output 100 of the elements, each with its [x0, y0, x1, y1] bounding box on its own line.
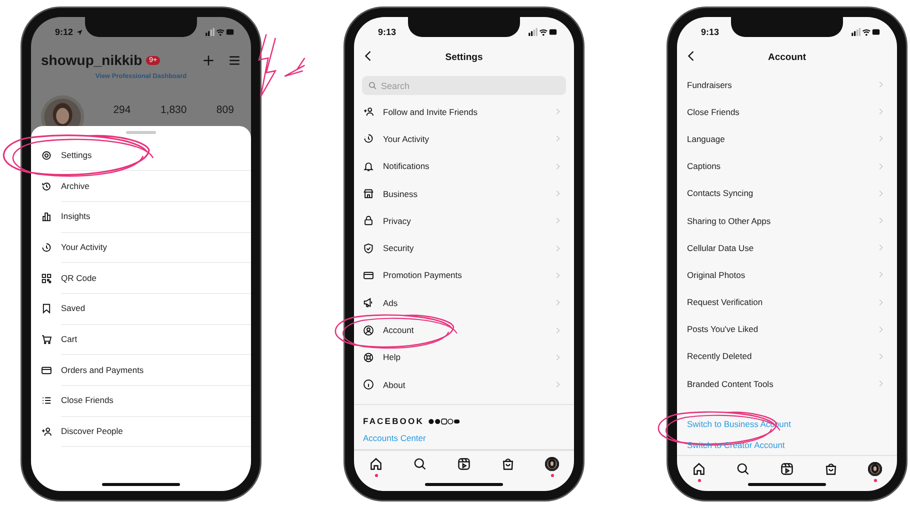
- chevron-icon: [879, 135, 883, 142]
- chevron-icon: [879, 271, 883, 278]
- status-time: 9:13: [701, 27, 720, 37]
- menu-item[interactable]: Settings: [31, 140, 251, 171]
- option-row[interactable]: Original Photos: [677, 261, 897, 288]
- menu-item[interactable]: Insights: [31, 201, 251, 232]
- chevron-icon: [879, 108, 883, 116]
- status-time: 9:13: [378, 27, 396, 37]
- chevron-icon: [556, 381, 560, 388]
- chevron-icon: [879, 352, 883, 360]
- card-icon: [41, 364, 52, 376]
- menu-item[interactable]: Archive: [31, 170, 251, 202]
- screen-title: Settings: [445, 52, 483, 62]
- menu-icon[interactable]: [228, 54, 241, 66]
- home-icon[interactable]: [692, 462, 706, 476]
- gear-icon: [41, 150, 52, 161]
- info-icon: [363, 379, 374, 390]
- option-row[interactable]: Language: [677, 125, 897, 153]
- profile-username: showup_nikkib: [41, 52, 142, 68]
- option-row[interactable]: Follow and Invite Friends: [354, 98, 574, 126]
- person-circle-icon: [363, 324, 374, 336]
- option-row[interactable]: Account: [354, 316, 574, 344]
- chevron-icon: [556, 272, 560, 279]
- option-row[interactable]: Close Friends: [677, 98, 897, 126]
- menu-item[interactable]: Close Friends: [31, 386, 251, 416]
- chevron-icon: [879, 81, 883, 88]
- chevron-icon: [879, 244, 883, 252]
- reels-icon[interactable]: [457, 457, 471, 472]
- option-row[interactable]: Your Activity: [354, 125, 574, 153]
- option-row[interactable]: Posts You've Liked: [677, 316, 897, 343]
- profile-tab-avatar[interactable]: [868, 462, 882, 476]
- qr-code-icon: [41, 272, 52, 284]
- add-person-icon: [41, 426, 52, 438]
- status-time: 9:12: [55, 27, 74, 37]
- menu-item[interactable]: Discover People: [31, 416, 251, 447]
- screen-title: Account: [768, 52, 806, 62]
- search-icon[interactable]: [736, 462, 750, 476]
- option-row[interactable]: Branded Content Tools: [677, 370, 897, 398]
- chevron-icon: [556, 162, 560, 170]
- chevron-icon: [879, 298, 883, 306]
- chevron-icon: [556, 217, 560, 224]
- clock-icon: [41, 180, 52, 192]
- shield-icon: [363, 242, 374, 254]
- option-row[interactable]: Ads: [354, 289, 574, 316]
- status-icons: [851, 28, 881, 36]
- option-row[interactable]: Help: [354, 344, 574, 371]
- shopping-bag-icon[interactable]: [501, 457, 515, 472]
- chevron-icon: [879, 190, 883, 197]
- list-icon: [41, 395, 52, 406]
- profile-tab-avatar[interactable]: [545, 457, 559, 472]
- status-icons: [205, 28, 235, 36]
- menu-item[interactable]: Saved: [31, 293, 251, 324]
- menu-item[interactable]: Orders and Payments: [31, 354, 251, 386]
- menu-item[interactable]: Cart: [31, 324, 251, 355]
- bookmark-icon: [41, 303, 52, 314]
- back-icon[interactable]: [687, 50, 695, 62]
- option-row[interactable]: Contacts Syncing: [677, 180, 897, 207]
- option-row[interactable]: Promotion Payments: [354, 262, 574, 290]
- option-row[interactable]: Cellular Data Use: [677, 234, 897, 262]
- app-icons: [428, 418, 460, 425]
- option-row[interactable]: About: [354, 370, 574, 398]
- store-icon: [363, 188, 374, 200]
- option-row[interactable]: Notifications: [354, 152, 574, 180]
- chevron-icon: [879, 326, 883, 333]
- add-person-icon: [363, 106, 374, 118]
- option-row[interactable]: Sharing to Other Apps: [677, 206, 897, 234]
- reels-icon[interactable]: [780, 462, 794, 476]
- plus-icon[interactable]: [202, 54, 215, 66]
- menu-item[interactable]: QR Code: [31, 262, 251, 294]
- home-icon[interactable]: [369, 457, 383, 472]
- profile-stat: 809: [215, 104, 235, 116]
- chevron-icon: [556, 190, 560, 198]
- option-row[interactable]: Privacy: [354, 207, 574, 234]
- chevron-icon: [556, 244, 560, 252]
- back-icon[interactable]: [364, 50, 372, 62]
- clock-icon: [41, 242, 52, 253]
- lifebuoy-icon: [363, 352, 374, 363]
- chevron-icon: [556, 108, 560, 116]
- chevron-icon: [879, 217, 883, 224]
- option-row[interactable]: Business: [354, 180, 574, 208]
- option-row[interactable]: Security: [354, 234, 574, 262]
- bar-chart-icon: [41, 211, 52, 222]
- clock-icon: [363, 133, 374, 144]
- sheet-handle[interactable]: [126, 131, 156, 134]
- facebook-wordmark: FACEBOOK: [363, 416, 424, 426]
- search-icon: [368, 81, 377, 90]
- status-icons: [528, 28, 558, 36]
- search-icon[interactable]: [413, 457, 427, 472]
- chevron-icon: [879, 162, 883, 170]
- option-row[interactable]: Request Verification: [677, 288, 897, 316]
- cart-icon: [41, 334, 52, 345]
- shopping-bag-icon[interactable]: [824, 462, 838, 476]
- megaphone-icon: [363, 297, 374, 308]
- option-row[interactable]: Fundraisers: [677, 71, 897, 98]
- option-row[interactable]: Recently Deleted: [677, 342, 897, 370]
- bell-icon: [363, 160, 374, 172]
- lock-icon: [363, 215, 374, 226]
- menu-item[interactable]: Your Activity: [31, 232, 251, 263]
- search-field[interactable]: Search: [362, 76, 566, 95]
- option-row[interactable]: Captions: [677, 152, 897, 180]
